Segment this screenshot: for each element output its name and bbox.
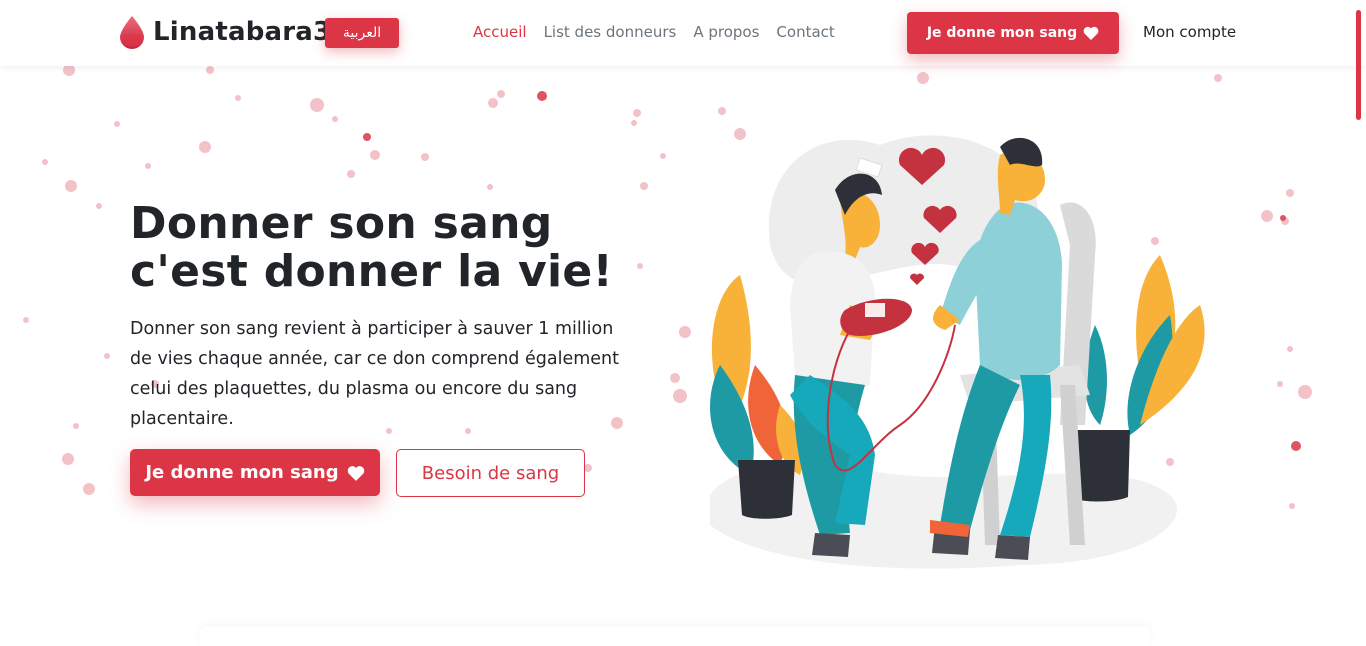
blood-donation-illustration [710, 135, 1205, 569]
brand[interactable]: Linatabara3 [117, 14, 331, 50]
section-card-edge [200, 626, 1150, 646]
blood-drop-icon [120, 16, 144, 49]
donate-nav-label: Je donne mon sang [926, 25, 1078, 41]
nav-link-donors-list[interactable]: List des donneurs [544, 23, 677, 41]
nav-link-contact[interactable]: Contact [776, 23, 834, 41]
donate-blood-button[interactable]: Je donne mon sang [130, 449, 380, 496]
navbar: Linatabara3 العربية Accueil List des don… [0, 0, 1366, 66]
brand-name: Linatabara3 [153, 17, 332, 47]
hero-description: Donner son sang revient à participer à s… [130, 319, 619, 429]
donate-blood-label: Je donne mon sang [145, 462, 339, 483]
donate-nav-button[interactable]: Je donne mon sang [907, 12, 1119, 54]
language-switch-button[interactable]: العربية [325, 18, 399, 48]
nav-links: Accueil List des donneurs A propos Conta… [473, 23, 835, 41]
need-blood-button[interactable]: Besoin de sang [396, 449, 585, 497]
heart-icon [1083, 26, 1099, 40]
account-link[interactable]: Mon compte [1143, 23, 1236, 41]
hero-title: Donner son sang c'est donner la vie! [130, 198, 613, 297]
heart-icon [347, 465, 364, 481]
nav-link-accueil[interactable]: Accueil [473, 23, 527, 41]
scrollbar-thumb[interactable] [1356, 10, 1361, 120]
nav-link-about[interactable]: A propos [693, 23, 759, 41]
